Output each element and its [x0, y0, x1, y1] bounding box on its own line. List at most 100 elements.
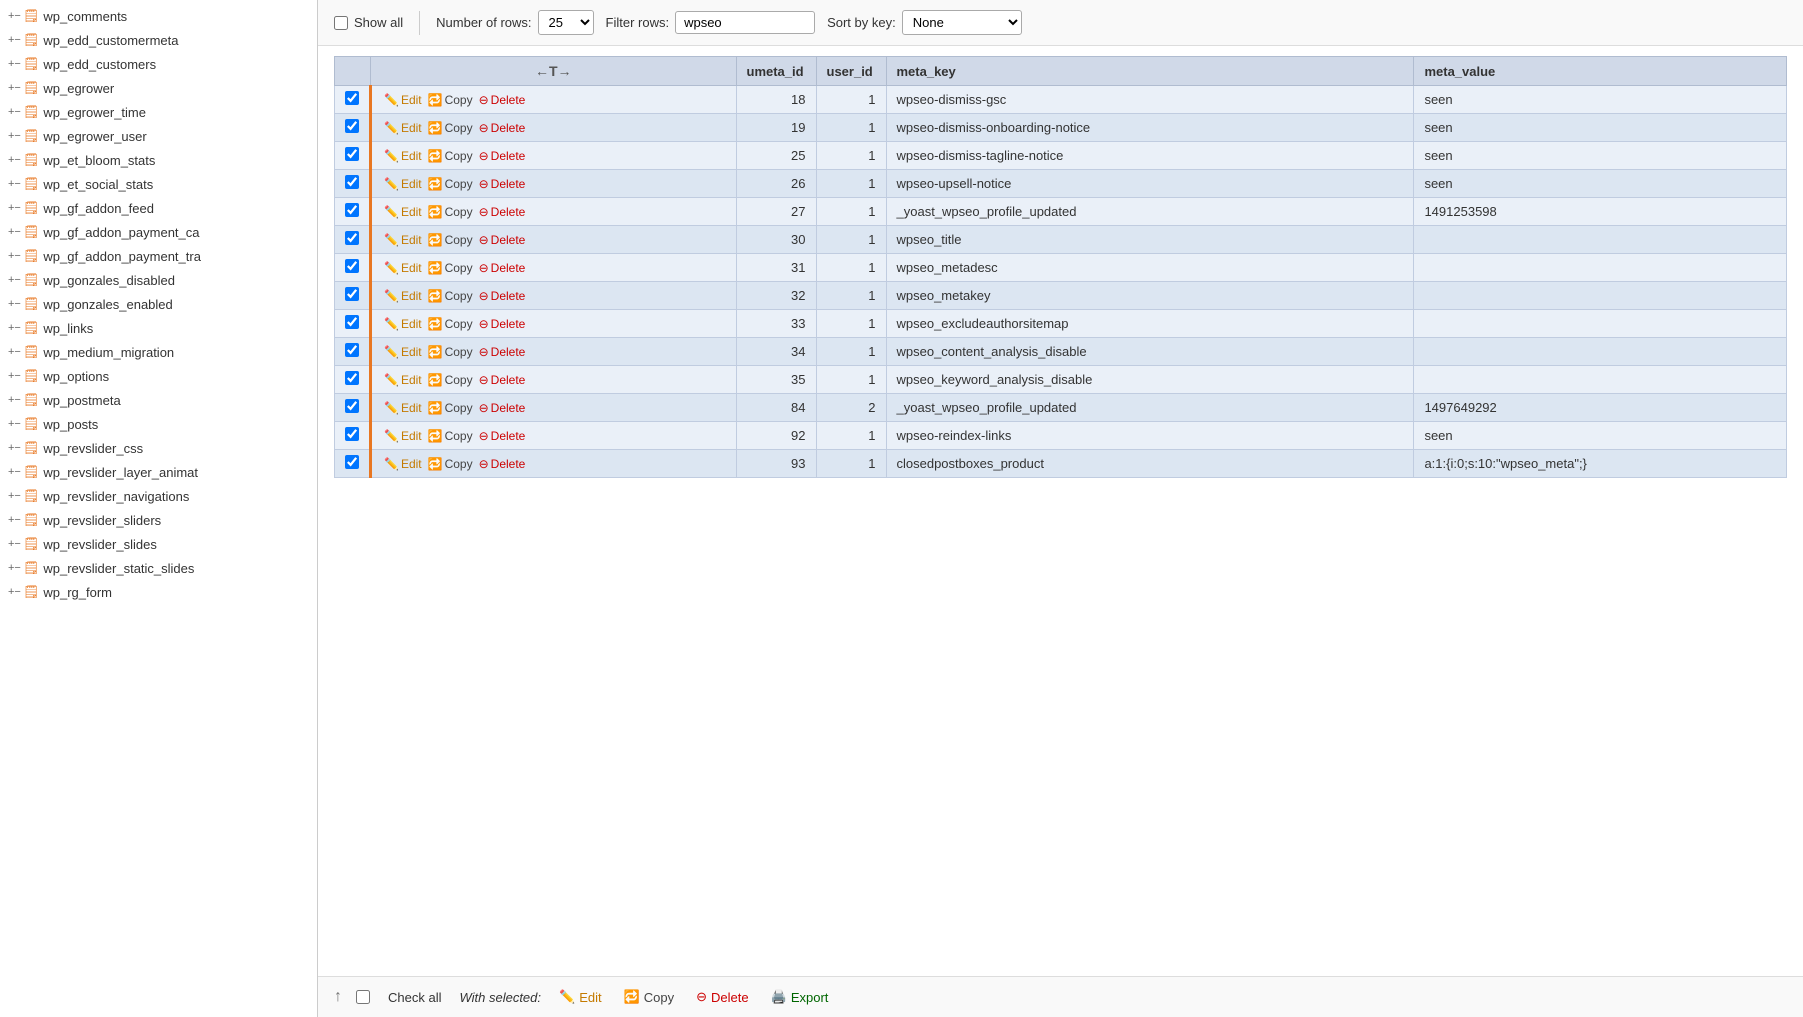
- table-row: ✏️ Edit 🔁 Copy ⊖ Delete 18 1 wpseo-dismi…: [335, 86, 1787, 114]
- copy-button[interactable]: 🔁 Copy: [426, 232, 475, 248]
- copy-button[interactable]: 🔁 Copy: [426, 428, 475, 444]
- edit-button[interactable]: ✏️ Edit: [382, 428, 424, 444]
- row-checkbox[interactable]: [345, 231, 359, 245]
- copy-button[interactable]: 🔁 Copy: [426, 148, 475, 164]
- edit-button[interactable]: ✏️ Edit: [382, 400, 424, 416]
- row-checkbox[interactable]: [345, 427, 359, 441]
- delete-button[interactable]: ⊖ Delete: [477, 260, 528, 276]
- bulk-copy-button[interactable]: 🔁 Copy: [620, 987, 679, 1007]
- sidebar-item[interactable]: +−🗒wp_egrower_user: [0, 124, 317, 148]
- sidebar-item[interactable]: +−🗒wp_medium_migration: [0, 340, 317, 364]
- sidebar-item[interactable]: +−🗒wp_posts: [0, 412, 317, 436]
- filter-rows-input[interactable]: [675, 11, 815, 34]
- rows-select[interactable]: 25 50 100 250 500: [538, 10, 594, 35]
- delete-button[interactable]: ⊖ Delete: [477, 232, 528, 248]
- row-checkbox[interactable]: [345, 315, 359, 329]
- edit-button[interactable]: ✏️ Edit: [382, 344, 424, 360]
- sidebar-item[interactable]: +−🗒wp_et_social_stats: [0, 172, 317, 196]
- copy-button[interactable]: 🔁 Copy: [426, 176, 475, 192]
- edit-button[interactable]: ✏️ Edit: [382, 148, 424, 164]
- edit-button[interactable]: ✏️ Edit: [382, 260, 424, 276]
- sidebar-item[interactable]: +−🗒wp_et_bloom_stats: [0, 148, 317, 172]
- row-checkbox[interactable]: [345, 175, 359, 189]
- row-checkbox[interactable]: [345, 371, 359, 385]
- row-checkbox[interactable]: [345, 119, 359, 133]
- row-checkbox[interactable]: [345, 343, 359, 357]
- copy-button[interactable]: 🔁 Copy: [426, 372, 475, 388]
- sidebar-item[interactable]: +−🗒wp_postmeta: [0, 388, 317, 412]
- sidebar-item[interactable]: +−🗒wp_revslider_static_slides: [0, 556, 317, 580]
- sort-select[interactable]: None ASC DESC: [902, 10, 1022, 35]
- sidebar-item[interactable]: +−🗒wp_revslider_css: [0, 436, 317, 460]
- copy-button[interactable]: 🔁 Copy: [426, 456, 475, 472]
- row-checkbox[interactable]: [345, 147, 359, 161]
- sidebar-item[interactable]: +−🗒wp_egrower: [0, 76, 317, 100]
- row-checkbox[interactable]: [345, 91, 359, 105]
- edit-button[interactable]: ✏️ Edit: [382, 176, 424, 192]
- copy-button[interactable]: 🔁 Copy: [426, 120, 475, 136]
- edit-button[interactable]: ✏️ Edit: [382, 456, 424, 472]
- edit-button[interactable]: ✏️ Edit: [382, 316, 424, 332]
- copy-button[interactable]: 🔁 Copy: [426, 400, 475, 416]
- copy-button[interactable]: 🔁 Copy: [426, 344, 475, 360]
- sidebar-item[interactable]: +−🗒wp_edd_customers: [0, 52, 317, 76]
- row-checkbox[interactable]: [345, 259, 359, 273]
- delete-button[interactable]: ⊖ Delete: [477, 428, 528, 444]
- delete-button[interactable]: ⊖ Delete: [477, 176, 528, 192]
- delete-button[interactable]: ⊖ Delete: [477, 372, 528, 388]
- delete-button[interactable]: ⊖ Delete: [477, 288, 528, 304]
- delete-button[interactable]: ⊖ Delete: [477, 148, 528, 164]
- edit-button[interactable]: ✏️ Edit: [382, 372, 424, 388]
- check-all-checkbox[interactable]: [356, 990, 370, 1004]
- expand-icon: +−: [8, 586, 21, 598]
- row-checkbox[interactable]: [345, 287, 359, 301]
- bulk-edit-button[interactable]: ✏️ Edit: [555, 987, 606, 1007]
- delete-button[interactable]: ⊖ Delete: [477, 344, 528, 360]
- expand-icon: +−: [8, 370, 21, 382]
- sidebar-item[interactable]: +−🗒wp_revslider_layer_animat: [0, 460, 317, 484]
- sidebar-item[interactable]: +−🗒wp_gf_addon_feed: [0, 196, 317, 220]
- sidebar-item[interactable]: +−🗒wp_links: [0, 316, 317, 340]
- edit-button[interactable]: ✏️ Edit: [382, 204, 424, 220]
- delete-button[interactable]: ⊖ Delete: [477, 400, 528, 416]
- sidebar-item[interactable]: +−🗒wp_gonzales_disabled: [0, 268, 317, 292]
- sidebar-item[interactable]: +−🗒wp_revslider_navigations: [0, 484, 317, 508]
- copy-button[interactable]: 🔁 Copy: [426, 92, 475, 108]
- sidebar-item[interactable]: +−🗒wp_gf_addon_payment_ca: [0, 220, 317, 244]
- copy-button[interactable]: 🔁 Copy: [426, 204, 475, 220]
- show-all-checkbox[interactable]: [334, 16, 348, 30]
- bulk-delete-button[interactable]: ⊖ Delete: [692, 987, 752, 1007]
- user-id-cell: 1: [816, 282, 886, 310]
- scroll-up-icon[interactable]: ↑: [334, 988, 342, 1006]
- sidebar-item[interactable]: +−🗒wp_revslider_sliders: [0, 508, 317, 532]
- delete-button[interactable]: ⊖ Delete: [477, 316, 528, 332]
- sidebar-item[interactable]: +−🗒wp_edd_customermeta: [0, 28, 317, 52]
- sidebar-item[interactable]: +−🗒wp_gf_addon_payment_tra: [0, 244, 317, 268]
- sidebar-item[interactable]: +−🗒wp_comments: [0, 4, 317, 28]
- meta-value-cell: seen: [1414, 422, 1787, 450]
- delete-button[interactable]: ⊖ Delete: [477, 456, 528, 472]
- table-row: ✏️ Edit 🔁 Copy ⊖ Delete 32 1 wpseo_metak…: [335, 282, 1787, 310]
- copy-button[interactable]: 🔁 Copy: [426, 288, 475, 304]
- check-all-button[interactable]: Check all: [384, 988, 445, 1007]
- delete-button[interactable]: ⊖ Delete: [477, 120, 528, 136]
- copy-icon: 🔁: [624, 989, 640, 1005]
- delete-button[interactable]: ⊖ Delete: [477, 92, 528, 108]
- edit-button[interactable]: ✏️ Edit: [382, 288, 424, 304]
- sidebar-item[interactable]: +−🗒wp_egrower_time: [0, 100, 317, 124]
- edit-button[interactable]: ✏️ Edit: [382, 120, 424, 136]
- edit-button[interactable]: ✏️ Edit: [382, 92, 424, 108]
- delete-button[interactable]: ⊖ Delete: [477, 204, 528, 220]
- row-checkbox[interactable]: [345, 455, 359, 469]
- copy-button[interactable]: 🔁 Copy: [426, 316, 475, 332]
- expand-icon: +−: [8, 34, 21, 46]
- sidebar-item[interactable]: +−🗒wp_revslider_slides: [0, 532, 317, 556]
- bulk-export-button[interactable]: 🖨️ Export: [767, 987, 833, 1007]
- sidebar-item[interactable]: +−🗒wp_rg_form: [0, 580, 317, 604]
- edit-button[interactable]: ✏️ Edit: [382, 232, 424, 248]
- sidebar-item[interactable]: +−🗒wp_gonzales_enabled: [0, 292, 317, 316]
- row-checkbox[interactable]: [345, 399, 359, 413]
- row-checkbox[interactable]: [345, 203, 359, 217]
- sidebar-item[interactable]: +−🗒wp_options: [0, 364, 317, 388]
- copy-button[interactable]: 🔁 Copy: [426, 260, 475, 276]
